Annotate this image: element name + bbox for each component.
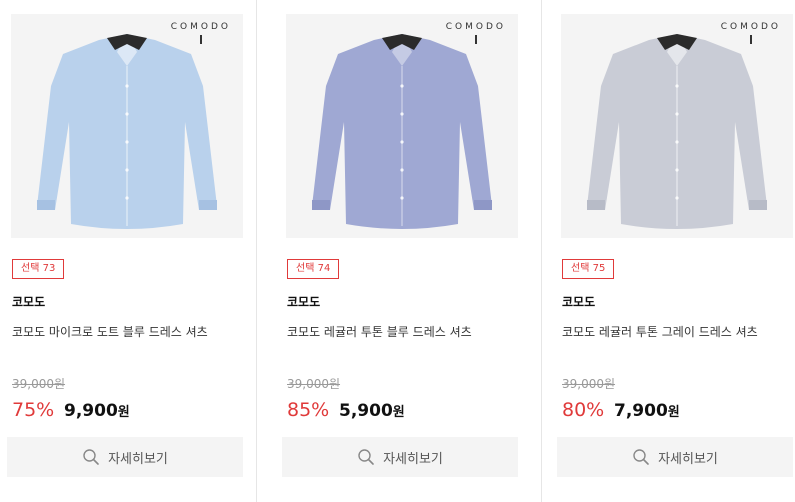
detail-button-label: 자세히보기 <box>108 451 168 467</box>
discount-rate: 80% <box>562 399 605 421</box>
search-icon <box>358 449 374 465</box>
column-divider <box>256 0 257 502</box>
product-image[interactable]: COMODO <box>11 14 243 238</box>
search-icon <box>633 449 649 465</box>
detail-button-label: 자세히보기 <box>383 451 443 467</box>
product-name[interactable]: 코모도 레귤러 투톤 그레이 드레스 셔츠 <box>562 321 788 343</box>
search-icon <box>83 449 99 465</box>
product-card[interactable]: COMODO 선택 74 코모도 코모도 레귤러 투톤 블루 드레스 셔츠 39… <box>282 0 522 502</box>
product-image[interactable]: COMODO <box>286 14 518 238</box>
product-card[interactable]: COMODO 선택 73 코모도 코모도 마이크로 도트 블루 드레스 셔츠 3… <box>7 0 247 502</box>
detail-button-label: 자세히보기 <box>658 451 718 467</box>
shirt-image <box>312 34 492 229</box>
sale-price: 9,900원 <box>64 401 130 421</box>
brand-name: 코모도 <box>287 295 321 309</box>
select-badge: 선택 74 <box>287 259 340 279</box>
shirt-image <box>587 34 767 229</box>
column-divider <box>541 0 542 502</box>
product-name[interactable]: 코모도 레귤러 투톤 블루 드레스 셔츠 <box>287 321 513 343</box>
brand-name: 코모도 <box>562 295 596 309</box>
brand-name: 코모도 <box>12 295 46 309</box>
sale-price: 7,900원 <box>614 401 680 421</box>
discount-rate: 75% <box>12 399 55 421</box>
detail-button[interactable]: 자세히보기 <box>557 437 793 477</box>
discount-rate: 85% <box>287 399 330 421</box>
sale-price: 5,900원 <box>339 401 405 421</box>
product-image[interactable]: COMODO <box>561 14 793 238</box>
select-badge: 선택 73 <box>12 259 65 279</box>
product-name[interactable]: 코모도 마이크로 도트 블루 드레스 셔츠 <box>12 321 238 343</box>
shirt-image <box>37 34 217 229</box>
select-badge: 선택 75 <box>562 259 615 279</box>
original-price: 39,000원 <box>12 377 66 391</box>
original-price: 39,000원 <box>562 377 616 391</box>
detail-button[interactable]: 자세히보기 <box>282 437 518 477</box>
original-price: 39,000원 <box>287 377 341 391</box>
detail-button[interactable]: 자세히보기 <box>7 437 243 477</box>
product-card[interactable]: COMODO 선택 75 코모도 코모도 레귤러 투톤 그레이 드레스 셔츠 3… <box>557 0 795 502</box>
